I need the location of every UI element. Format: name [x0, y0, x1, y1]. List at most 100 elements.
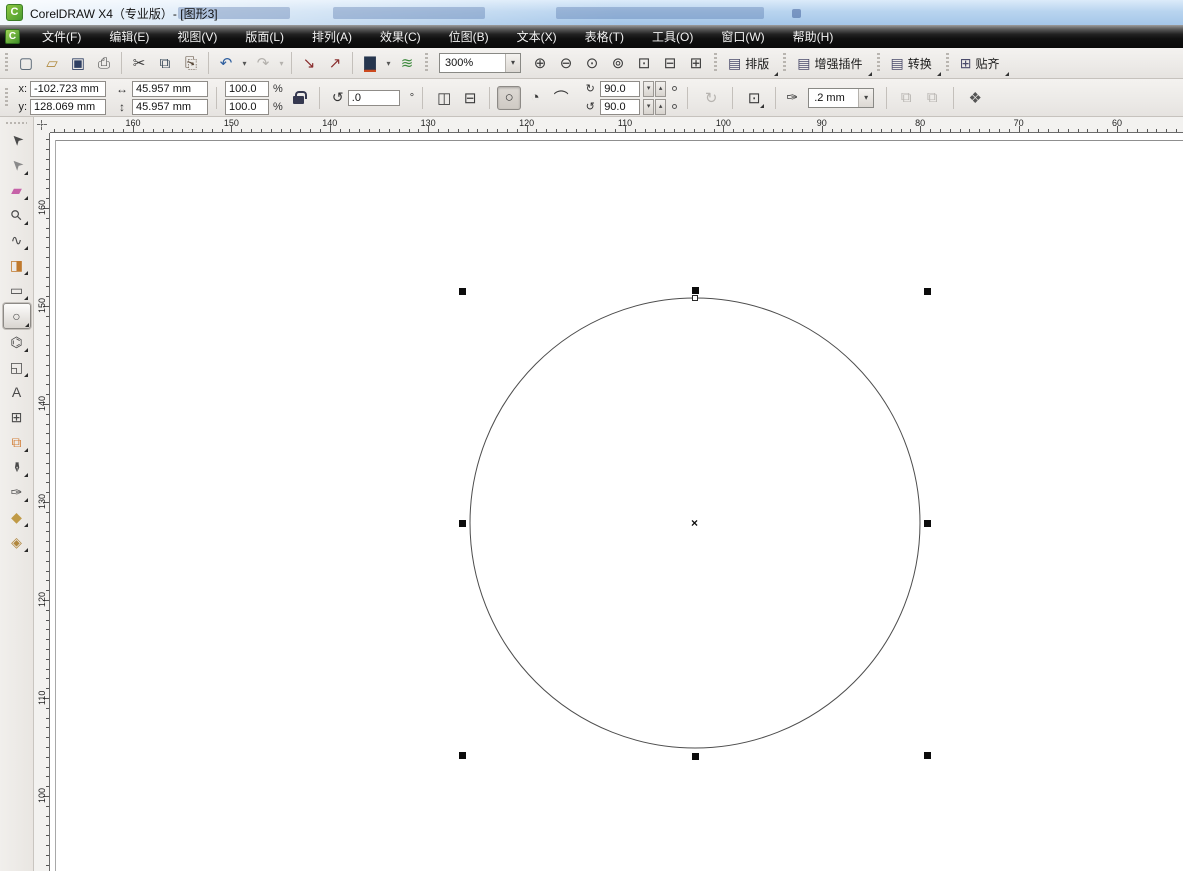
crop-tool[interactable]: ▰ [4, 178, 30, 202]
toolbar-grip[interactable] [781, 53, 788, 73]
zoom-level-combo[interactable]: 300%▾ [439, 53, 521, 73]
object-center-mark[interactable]: × [691, 517, 698, 529]
table-tool[interactable]: ⊞ [4, 405, 30, 429]
spin-down-button[interactable]: ▾ [643, 99, 654, 115]
selection-handle[interactable] [924, 520, 931, 527]
spin-down-button[interactable]: ▾ [643, 81, 654, 97]
toolbar-grip[interactable] [423, 53, 430, 73]
menu-item-table[interactable]: 表格(T) [571, 25, 638, 48]
selection-handle[interactable] [459, 520, 466, 527]
mirror-vertical-button[interactable]: ⊟ [458, 86, 482, 110]
scale-h-field[interactable]: 100.0 [225, 81, 269, 97]
selection-handle[interactable] [459, 288, 466, 295]
object-width-field[interactable]: 45.957 mm [132, 81, 208, 97]
ruler-corner[interactable] [34, 117, 50, 133]
end-angle-field[interactable]: 90.0 [600, 99, 640, 115]
toolbar-grip[interactable] [944, 53, 951, 73]
selection-handle[interactable] [692, 287, 699, 294]
zoom-tool[interactable]: ⚲ [4, 203, 30, 227]
menu-item-text[interactable]: 文本(X) [503, 25, 571, 48]
application-launcher-button[interactable]: ▆ [358, 51, 382, 75]
zoom-out-button[interactable]: ⊖ [554, 51, 578, 75]
paste-button[interactable]: ⎘ [179, 51, 203, 75]
spin-up-button[interactable]: ▴ [655, 99, 666, 115]
wrap-text-button[interactable]: ⊡ [742, 86, 766, 110]
dropdown-arrow-icon[interactable]: ▾ [858, 89, 873, 107]
polygon-tool[interactable]: ⌬ [4, 330, 30, 354]
layout-tool-button[interactable]: ▤排版 [723, 51, 777, 75]
start-angle-field[interactable]: 90.0 [600, 81, 640, 97]
menu-item-arrange[interactable]: 排列(A) [298, 25, 366, 48]
pick-tool[interactable]: ➤ [4, 128, 30, 152]
toolbox-grip[interactable] [6, 119, 27, 127]
ellipse-node[interactable] [692, 295, 698, 301]
zoom-to-page-button[interactable]: ⊡ [632, 51, 656, 75]
scale-v-field[interactable]: 100.0 [225, 99, 269, 115]
interactive-blend-tool[interactable]: ⧉ [4, 430, 30, 454]
plugins-tool-button[interactable]: ▤增强插件 [792, 51, 870, 75]
rotation-angle-field[interactable]: .0 [348, 90, 400, 106]
mirror-horizontal-button[interactable]: ◫ [432, 86, 456, 110]
toolbar-grip[interactable] [3, 53, 10, 73]
toolbar-grip[interactable] [712, 53, 719, 73]
selection-handle[interactable] [924, 752, 931, 759]
zoom-selected-button[interactable]: ⊙ [580, 51, 604, 75]
ellipse-mode-button[interactable]: ○ [497, 86, 521, 110]
menu-item-view[interactable]: 视图(V) [163, 25, 231, 48]
menu-item-bitmaps[interactable]: 位图(B) [435, 25, 503, 48]
cut-button[interactable]: ✂ [127, 51, 151, 75]
object-height-field[interactable]: 45.957 mm [132, 99, 208, 115]
horizontal-ruler[interactable]: 16015014013012011010090807060 [50, 117, 1183, 133]
smart-fill-tool[interactable]: ◨ [4, 253, 30, 277]
outline-pen-tool[interactable]: ✑ [4, 480, 30, 504]
selection-handle[interactable] [459, 752, 466, 759]
menu-item-tools[interactable]: 工具(O) [638, 25, 707, 48]
zoom-all-objects-button[interactable]: ⊚ [606, 51, 630, 75]
interactive-fill-tool[interactable]: ◈ [4, 530, 30, 554]
toolbar-grip[interactable] [3, 88, 10, 108]
undo-dropdown[interactable]: ▾ [239, 51, 250, 75]
copy-button[interactable]: ⧉ [153, 51, 177, 75]
zoom-page-width-button[interactable]: ⊟ [658, 51, 682, 75]
options-button[interactable]: ≋ [395, 51, 419, 75]
arc-mode-button[interactable]: ⌒ [549, 86, 573, 110]
menu-item-effects[interactable]: 效果(C) [366, 25, 435, 48]
shape-tool[interactable]: ➤ [4, 153, 30, 177]
application-launcher-dropdown[interactable]: ▾ [383, 51, 394, 75]
open-button[interactable]: ▱ [40, 51, 64, 75]
selection-handle[interactable] [924, 288, 931, 295]
x-position-field[interactable]: -102.723 mm [30, 81, 106, 97]
menu-item-layout[interactable]: 版面(L) [231, 25, 298, 48]
coreldraw-menu-icon[interactable]: C [5, 29, 20, 44]
snap-to-button[interactable]: ⊞贴齐 [955, 51, 1008, 75]
pie-mode-button[interactable]: ◔ [523, 86, 547, 110]
undo-button[interactable]: ↶ [214, 51, 238, 75]
convert-to-curves-button[interactable]: ❖ [963, 86, 987, 110]
ellipse-tool[interactable]: ○ [3, 303, 31, 329]
selection-handle[interactable] [692, 753, 699, 760]
text-tool[interactable]: A [4, 380, 30, 404]
export-button[interactable]: ↗ [323, 51, 347, 75]
drawing-canvas[interactable]: × [50, 133, 1183, 871]
dropdown-arrow-icon[interactable]: ▾ [505, 54, 520, 72]
menu-item-window[interactable]: 窗口(W) [707, 25, 778, 48]
zoom-page-height-button[interactable]: ⊞ [684, 51, 708, 75]
menu-item-help[interactable]: 帮助(H) [779, 25, 848, 48]
menu-item-edit[interactable]: 编辑(E) [95, 25, 163, 48]
import-button[interactable]: ↘ [297, 51, 321, 75]
toolbar-grip[interactable] [875, 53, 882, 73]
spin-up-button[interactable]: ▴ [655, 81, 666, 97]
eyedropper-tool[interactable]: ✒ [4, 455, 30, 479]
new-button[interactable]: ▢ [14, 51, 38, 75]
rectangle-tool[interactable]: ▭ [4, 278, 30, 302]
freehand-tool[interactable]: ∿ [4, 228, 30, 252]
outline-width-combo[interactable]: .2 mm ▾ [808, 88, 874, 108]
basic-shapes-tool[interactable]: ◱ [4, 355, 30, 379]
vertical-ruler[interactable]: 160150140130120110100 [34, 133, 50, 871]
lock-ratio-button[interactable] [289, 88, 309, 108]
print-button[interactable]: ⎙ [92, 51, 116, 75]
y-position-field[interactable]: 128.069 mm [30, 99, 106, 115]
zoom-in-button[interactable]: ⊕ [528, 51, 552, 75]
ellipse-object[interactable] [50, 133, 1183, 871]
convert-tool-button[interactable]: ▤转换 [886, 51, 940, 75]
